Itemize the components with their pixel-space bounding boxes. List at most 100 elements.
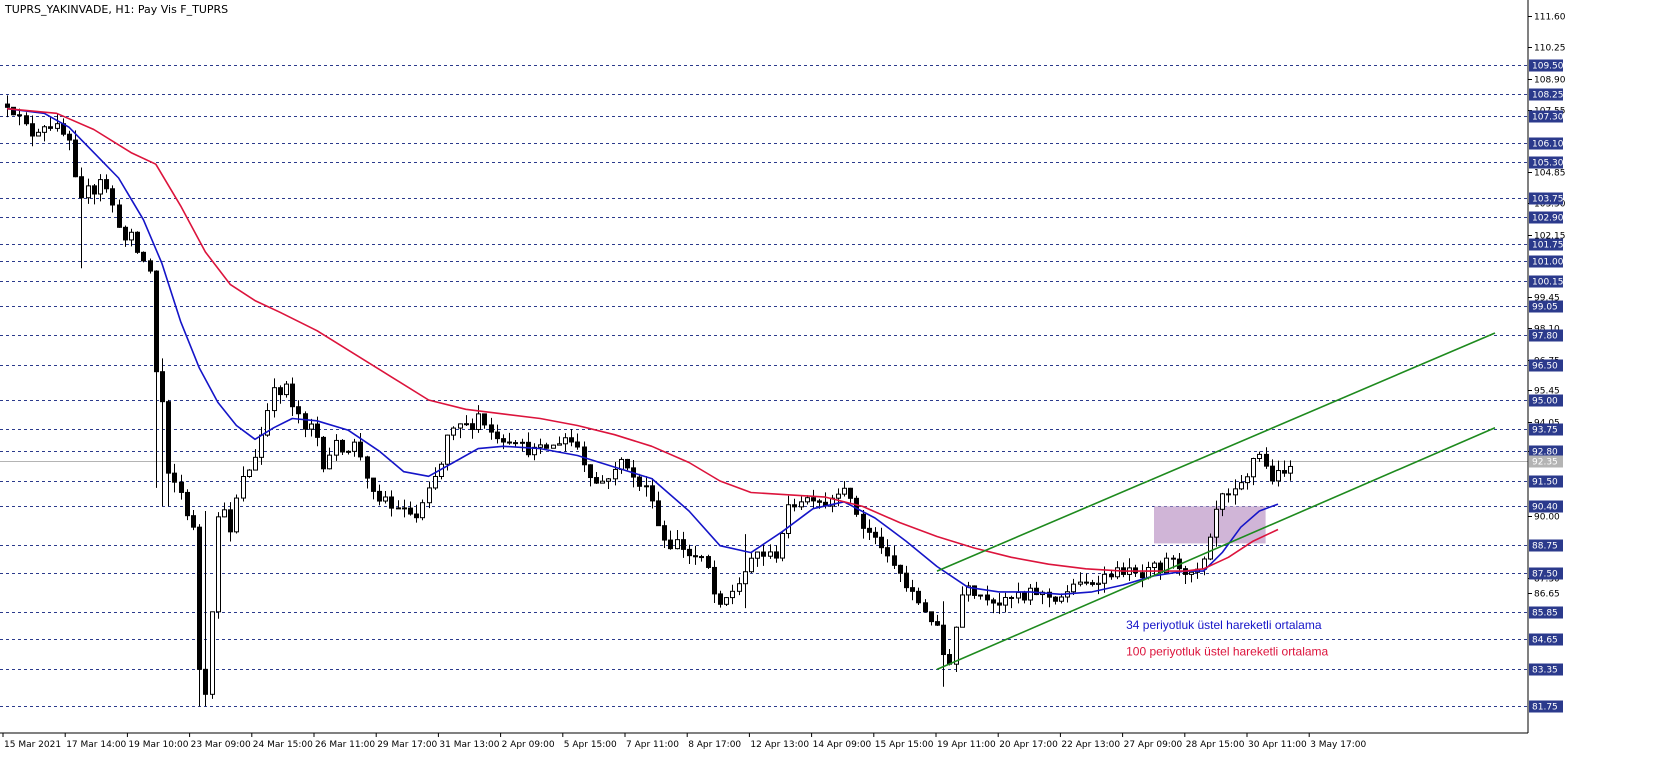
candle-body bbox=[544, 444, 549, 449]
candle-body bbox=[1264, 453, 1269, 467]
candle-body bbox=[117, 204, 122, 228]
candle-body bbox=[594, 477, 599, 484]
candle-body bbox=[296, 406, 301, 415]
candle-body bbox=[1009, 596, 1014, 599]
candle-body bbox=[941, 624, 946, 656]
candle-body bbox=[867, 527, 872, 533]
candle-body bbox=[210, 611, 215, 695]
candle-body bbox=[1214, 508, 1219, 538]
x-tick-label: 7 Apr 11:00 bbox=[626, 740, 679, 750]
candle-body bbox=[718, 593, 723, 605]
level-label: 107.30 bbox=[1532, 113, 1564, 123]
candle-body bbox=[712, 566, 717, 595]
level-label: 88.75 bbox=[1532, 542, 1558, 552]
candle-body bbox=[923, 602, 928, 613]
candle-body bbox=[1022, 592, 1027, 601]
candle-body bbox=[17, 114, 22, 117]
candle-body bbox=[228, 509, 233, 533]
candle-body bbox=[551, 444, 556, 449]
candle-body bbox=[470, 423, 475, 430]
candle-body bbox=[445, 434, 450, 465]
candle-body bbox=[538, 444, 543, 448]
candle-body bbox=[879, 536, 884, 549]
candle-body bbox=[854, 497, 859, 515]
candle-body bbox=[1171, 557, 1176, 560]
candle-body bbox=[123, 226, 128, 241]
candle-body bbox=[86, 185, 91, 199]
candle-body bbox=[340, 439, 345, 453]
candle-body bbox=[414, 513, 419, 519]
level-label: 90.40 bbox=[1532, 503, 1558, 513]
candle-body bbox=[575, 441, 580, 448]
candle-body bbox=[892, 555, 897, 566]
candle-body bbox=[1140, 572, 1145, 579]
candle-body bbox=[482, 413, 487, 426]
y-tick-label: 108.90 bbox=[1534, 76, 1566, 86]
candle-body bbox=[910, 587, 915, 592]
candle-body bbox=[272, 387, 277, 412]
candle-body bbox=[563, 437, 568, 445]
candle-body bbox=[284, 383, 289, 396]
level-label: 101.75 bbox=[1532, 241, 1564, 251]
candle-body bbox=[588, 464, 593, 479]
candle-body bbox=[600, 480, 605, 484]
candle-body bbox=[371, 477, 376, 492]
candle-body bbox=[185, 491, 190, 517]
candle-body bbox=[495, 431, 500, 440]
level-label: 96.50 bbox=[1532, 362, 1558, 372]
candle-body bbox=[997, 602, 1002, 606]
x-tick-label: 28 Apr 15:00 bbox=[1186, 740, 1245, 750]
candle-body bbox=[216, 516, 221, 613]
candle-body bbox=[625, 458, 630, 469]
candle-body bbox=[507, 441, 512, 444]
candle-body bbox=[334, 439, 339, 456]
candle-body bbox=[755, 551, 760, 559]
x-tick-label: 14 Apr 09:00 bbox=[813, 740, 872, 750]
candle-body bbox=[1016, 592, 1021, 599]
x-tick-label: 20 Apr 17:00 bbox=[999, 740, 1058, 750]
level-label: 97.80 bbox=[1532, 332, 1558, 342]
candle-body bbox=[786, 504, 791, 534]
level-label: 83.35 bbox=[1532, 666, 1558, 676]
candle-body bbox=[693, 555, 698, 558]
candle-body bbox=[792, 504, 797, 508]
candle-body bbox=[98, 179, 103, 195]
level-label: 101.00 bbox=[1532, 258, 1564, 268]
x-tick-label: 17 Mar 14:00 bbox=[66, 740, 126, 750]
candle-body bbox=[352, 441, 357, 452]
candle-body bbox=[1276, 470, 1281, 482]
x-tick-label: 26 Mar 11:00 bbox=[315, 740, 375, 750]
candle-body bbox=[476, 413, 481, 430]
x-tick-label: 3 May 17:00 bbox=[1310, 740, 1366, 750]
candle-body bbox=[557, 443, 562, 446]
y-tick-label: 111.60 bbox=[1534, 13, 1566, 23]
candle-body bbox=[811, 497, 816, 502]
candle-body bbox=[569, 437, 574, 443]
x-tick-label: 22 Apr 13:00 bbox=[1061, 740, 1120, 750]
candle-body bbox=[24, 115, 29, 125]
y-tick-label: 90.00 bbox=[1534, 513, 1560, 523]
x-tick-label: 24 Mar 15:00 bbox=[253, 740, 313, 750]
price-chart[interactable]: 111.60110.25108.90107.55104.85103.50102.… bbox=[0, 0, 1670, 771]
candle-body bbox=[433, 475, 438, 489]
y-tick-label: 86.65 bbox=[1534, 590, 1560, 600]
candle-body bbox=[1071, 583, 1076, 593]
candle-body bbox=[92, 185, 97, 195]
candle-body bbox=[1233, 488, 1238, 496]
candle-body bbox=[408, 507, 413, 515]
candle-body bbox=[898, 564, 903, 574]
candle-body bbox=[30, 123, 35, 137]
candle-body bbox=[358, 441, 363, 458]
candle-body bbox=[780, 532, 785, 559]
candle-body bbox=[141, 251, 146, 262]
candle-body bbox=[172, 472, 177, 483]
level-label: 81.75 bbox=[1532, 703, 1558, 713]
candle-body bbox=[402, 507, 407, 510]
level-label: 93.75 bbox=[1532, 426, 1558, 436]
candle-body bbox=[675, 539, 680, 550]
x-tick-label: 15 Apr 15:00 bbox=[875, 740, 934, 750]
candle-body bbox=[904, 572, 909, 589]
candle-body bbox=[935, 621, 940, 626]
candle-body bbox=[1220, 493, 1225, 510]
candle-body bbox=[1270, 465, 1275, 482]
